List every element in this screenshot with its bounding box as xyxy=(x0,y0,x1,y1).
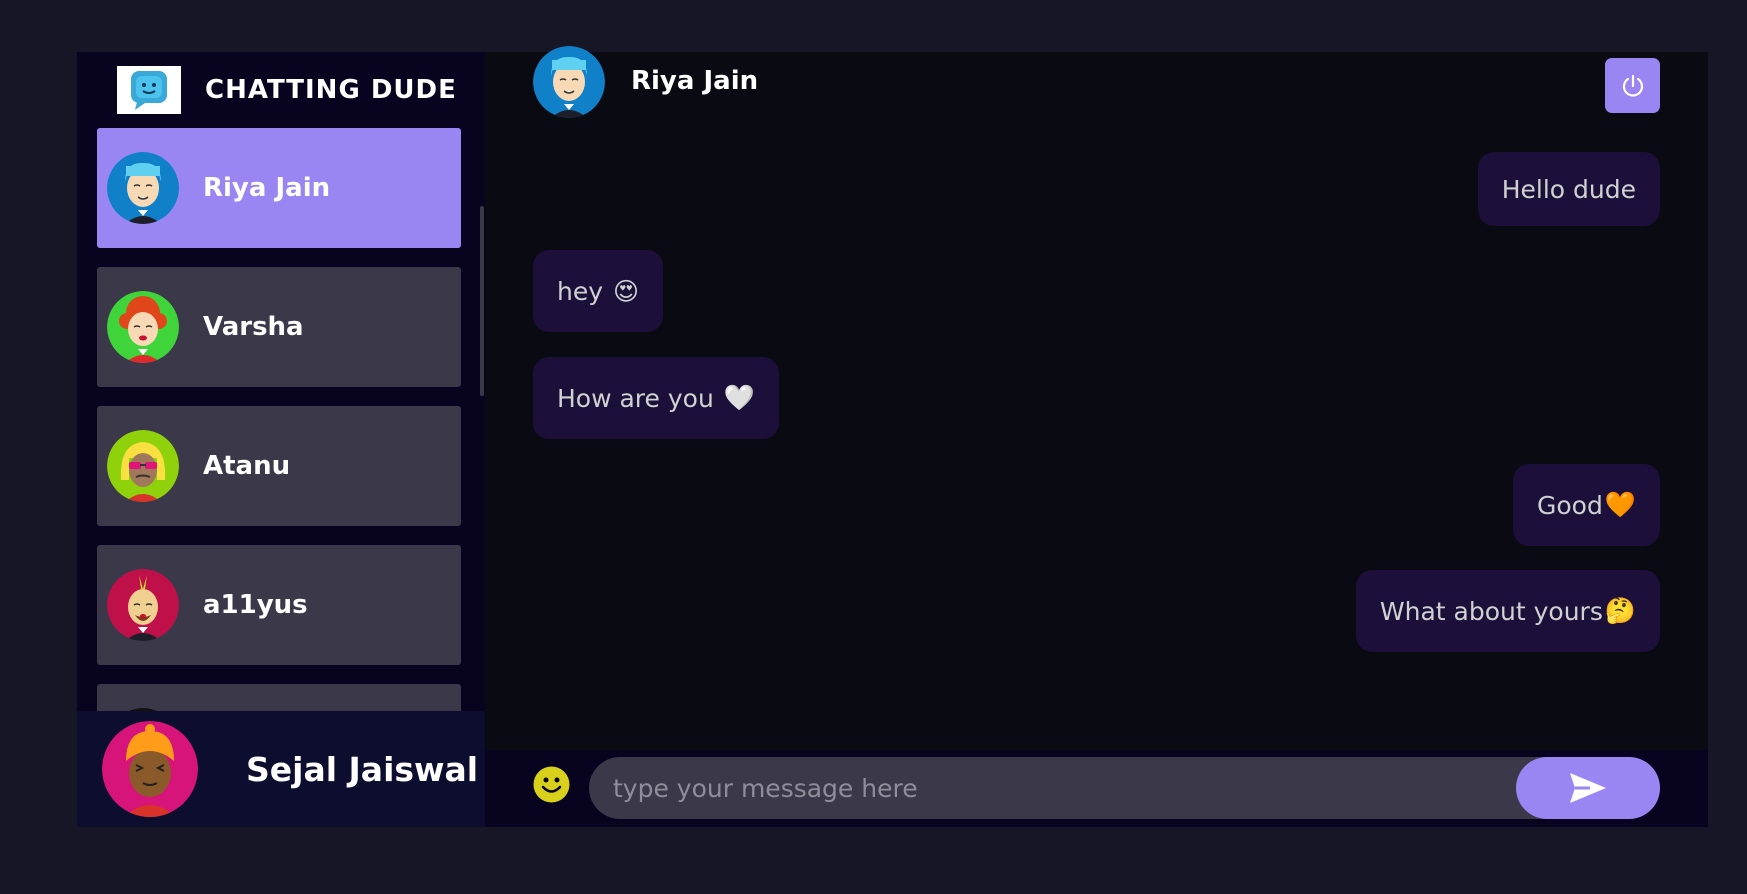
thinking-face-emoji-icon: 🤔 xyxy=(1604,596,1636,625)
message-list: Hello dude hey 😍 How are you 🤍 Good 🧡 Wh… xyxy=(485,52,1708,752)
contact-item-varsha[interactable]: Varsha xyxy=(97,267,461,387)
message-text: How are you xyxy=(557,383,714,413)
send-button[interactable] xyxy=(1516,757,1660,819)
avatar xyxy=(107,569,179,641)
contact-item-riya-jain[interactable]: Riya Jain xyxy=(97,128,461,248)
message-bubble-sent: Hello dude xyxy=(1477,152,1660,226)
contact-list[interactable]: Riya Jain Varsha Atanu a11yus xyxy=(77,128,485,711)
chat-bubble-face-icon xyxy=(117,66,181,114)
avatar xyxy=(533,46,605,118)
avatar xyxy=(107,152,179,224)
message-text: What about yours xyxy=(1379,596,1603,626)
orange-heart-emoji-icon: 🧡 xyxy=(1604,490,1636,519)
message-composer xyxy=(485,750,1708,827)
send-icon xyxy=(1570,773,1606,803)
current-user-panel: Sejal Jaiswal xyxy=(77,711,485,827)
message-input[interactable] xyxy=(613,757,1493,819)
message-bubble-sent: What about yours 🤔 xyxy=(1355,570,1660,652)
message-input-container xyxy=(589,757,1660,819)
contact-name: Atanu xyxy=(203,451,291,481)
brand: CHATTING DUDE xyxy=(77,52,485,128)
avatar xyxy=(102,721,198,817)
chat-header: Riya Jain xyxy=(485,46,1708,122)
contacts-sidebar: CHATTING DUDE Riya Jain Varsha Atanu a11… xyxy=(77,52,485,827)
smiley-icon xyxy=(533,766,570,803)
contact-list-scrollbar[interactable] xyxy=(480,206,484,396)
heart-eyes-emoji-icon: 😍 xyxy=(613,276,640,306)
message-text: Hello dude xyxy=(1501,174,1636,204)
message-bubble-received: How are you 🤍 xyxy=(533,357,779,439)
app-title: CHATTING DUDE xyxy=(205,75,457,105)
contact-item-atanu[interactable]: Atanu xyxy=(97,406,461,526)
current-user-name: Sejal Jaiswal xyxy=(246,749,479,789)
emoji-picker-button[interactable] xyxy=(533,766,570,803)
chat-app: CHATTING DUDE Riya Jain Varsha Atanu a11… xyxy=(77,46,1708,827)
message-text: hey xyxy=(557,276,604,306)
avatar xyxy=(107,430,179,502)
chat-panel: Hello dude hey 😍 How are you 🤍 Good 🧡 Wh… xyxy=(485,46,1708,827)
logout-button[interactable] xyxy=(1605,58,1660,113)
contact-name: Varsha xyxy=(203,312,304,342)
message-text: Good xyxy=(1537,490,1603,520)
message-bubble-received: hey 😍 xyxy=(533,250,664,332)
contact-item-a11yus[interactable]: a11yus xyxy=(97,545,461,665)
contact-item-partial[interactable] xyxy=(97,684,461,711)
message-bubble-sent: Good 🧡 xyxy=(1513,464,1660,546)
power-icon xyxy=(1622,74,1643,97)
contact-name: a11yus xyxy=(203,590,308,620)
contact-name: Riya Jain xyxy=(203,173,331,203)
chat-contact-name: Riya Jain xyxy=(631,66,759,96)
avatar xyxy=(107,291,179,363)
white-heart-emoji-icon: 🤍 xyxy=(723,383,755,412)
